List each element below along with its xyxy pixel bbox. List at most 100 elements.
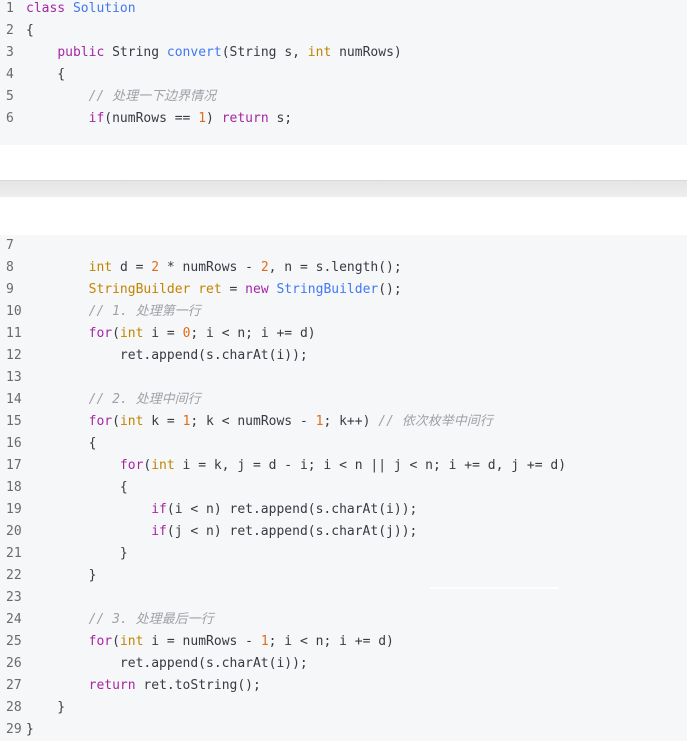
code-line: 20 if(j < n) ret.append(s.charAt(j));	[0, 521, 687, 543]
line-number: 7	[6, 238, 14, 253]
line-number: 10	[6, 304, 22, 319]
code-text: {	[26, 64, 65, 86]
code-line: 23	[0, 587, 687, 609]
line-number: 25	[6, 634, 22, 649]
code-token: ; k++)	[323, 414, 379, 429]
code-token: Solution	[72, 1, 136, 16]
code-line: 7	[0, 235, 687, 257]
code-text: }	[26, 719, 34, 741]
code-text: public String convert(String s, int numR…	[26, 42, 401, 64]
code-token: (	[112, 326, 120, 341]
code-token: int	[151, 458, 183, 473]
code-token: }	[26, 568, 97, 583]
code-line: 17 for(int i = k, j = d - i; i < n || j …	[0, 455, 687, 477]
code-line: 2{	[0, 20, 687, 42]
code-text: if(numRows == 1) return s;	[26, 108, 293, 130]
code-line: 14 // 2. 处理中间行	[0, 389, 687, 411]
code-text: }	[26, 565, 97, 587]
code-text: // 1. 处理第一行	[26, 301, 201, 323]
code-line: 27 return ret.toString();	[0, 675, 687, 697]
code-line: 24 // 3. 处理最后一行	[0, 609, 687, 631]
code-text: if(i < n) ret.append(s.charAt(i));	[26, 499, 417, 521]
code-token: class	[26, 1, 73, 16]
line-number: 27	[6, 678, 22, 693]
code-token: if	[151, 524, 167, 539]
code-token: 1	[260, 634, 269, 649]
code-token: (i < n) ret.append(s.charAt(i));	[166, 502, 418, 517]
code-token: // 1. 处理第一行	[88, 304, 201, 319]
code-text: }	[26, 543, 128, 565]
code-line: 9 StringBuilder ret = new StringBuilder(…	[0, 279, 687, 301]
line-number: 13	[6, 370, 22, 385]
line-number: 12	[6, 348, 22, 363]
code-text: {	[26, 433, 97, 455]
code-text: // 3. 处理最后一行	[26, 609, 214, 631]
code-token: int	[119, 414, 152, 429]
line-number: 29	[6, 722, 22, 737]
code-token: }	[26, 700, 66, 715]
code-token: convert	[166, 45, 222, 60]
code-token: k =	[151, 414, 183, 429]
line-number: 16	[6, 436, 22, 451]
code-line: 1 class Solution	[0, 0, 687, 20]
code-token: new	[245, 282, 277, 297]
code-token: for	[88, 326, 113, 341]
code-line: 6 if(numRows == 1) return s;	[0, 108, 687, 130]
line-number: 26	[6, 656, 22, 671]
code-text: {	[26, 477, 128, 499]
code-text: // 2. 处理中间行	[26, 389, 201, 411]
code-token: for	[88, 414, 113, 429]
code-token: int	[307, 45, 340, 60]
code-text: for(int i = numRows - 1; i < n; i += d)	[26, 631, 394, 653]
code-token: i = numRows -	[151, 634, 261, 649]
line-number: 28	[6, 700, 22, 715]
code-token: ret	[198, 282, 230, 297]
code-token: }	[26, 722, 34, 737]
code-line: 25 for(int i = numRows - 1; i < n; i += …	[0, 631, 687, 653]
line-number: 4	[6, 67, 14, 82]
line-number: 8	[6, 260, 14, 275]
code-token: int	[119, 634, 152, 649]
line-number: 24	[6, 612, 22, 627]
code-text: int d = 2 * numRows - 2, n = s.length();	[26, 257, 402, 279]
code-token: if	[151, 502, 167, 517]
code-line: 4 {	[0, 64, 687, 86]
code-token: ret.append(s.charAt(i));	[26, 656, 308, 671]
line-number: 3	[6, 45, 14, 60]
code-token: ; i < n; i += d)	[268, 634, 394, 649]
code-token: ; i < n; i += d)	[190, 326, 316, 341]
code-token: (numRows ==	[104, 111, 199, 126]
code-text: for(int i = k, j = d - i; i < n || j < n…	[26, 455, 566, 477]
code-token: * numRows -	[159, 260, 261, 275]
code-block-bottom: 7 8 int d = 2 * numRows - 2, n = s.length…	[0, 235, 687, 740]
code-text: class Solution	[26, 0, 136, 20]
code-token: return	[88, 678, 144, 693]
code-token: i = k, j = d - i; i < n || j < n; i += d…	[182, 458, 567, 473]
code-text: StringBuilder ret = new StringBuilder();	[26, 279, 402, 301]
code-line: 28 }	[0, 697, 687, 719]
code-line: 16 {	[0, 433, 687, 455]
code-token: {	[26, 436, 97, 451]
code-token: (	[112, 414, 120, 429]
line-number: 20	[6, 524, 22, 539]
code-token: String	[112, 45, 167, 60]
code-text: // 处理一下边界情况	[26, 86, 216, 108]
code-token: (String s,	[221, 45, 308, 60]
code-token: s;	[276, 111, 293, 126]
code-text: for(int k = 1; k < numRows - 1; k++) // …	[26, 411, 493, 433]
code-line: 15 for(int k = 1; k < numRows - 1; k++) …	[0, 411, 687, 433]
code-token: int	[119, 326, 152, 341]
line-number: 23	[6, 590, 22, 605]
line-number: 22	[6, 568, 22, 583]
line-number: 14	[6, 392, 22, 407]
